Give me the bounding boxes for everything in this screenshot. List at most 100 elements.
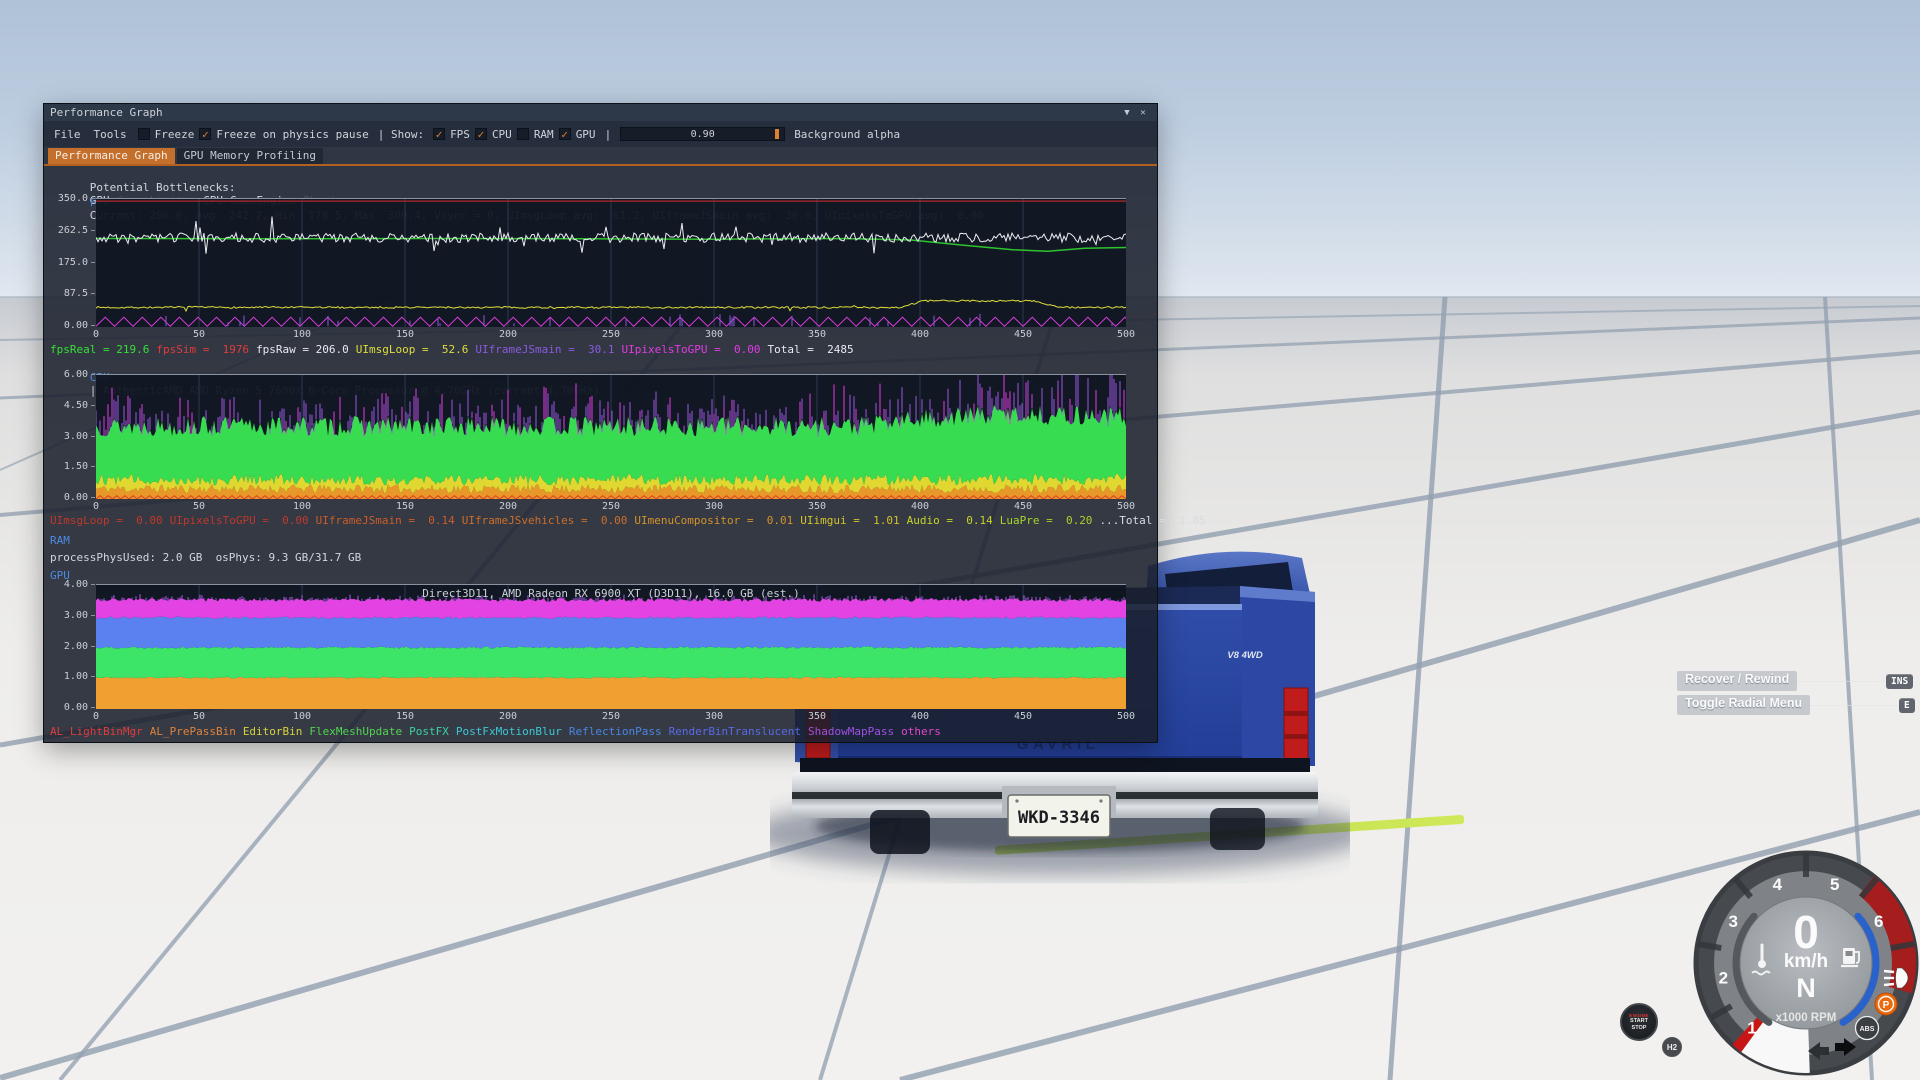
legend-item: UImenuCompositor = 0.01 [634, 514, 793, 527]
menu-file[interactable]: File [52, 128, 83, 141]
checkbox-fps[interactable]: ✓ [433, 128, 445, 140]
tab-performance-graph[interactable]: Performance Graph [48, 148, 175, 164]
x-tick-label: 450 [1010, 329, 1036, 340]
checkbox-freeze-on-physics-pause[interactable]: ✓ [199, 128, 211, 140]
abs-text: ABS [1860, 1026, 1875, 1033]
gpu-graph-plot [96, 584, 1126, 709]
parking-brake-indicator: P [1875, 993, 1897, 1015]
x-tick-label: 150 [392, 711, 418, 722]
tab-gpu-memory-profiling[interactable]: GPU Memory Profiling [177, 148, 323, 164]
alpha-value: 0.90 [691, 129, 715, 140]
legend-item: FlexMeshUpdate [309, 725, 402, 738]
truck-badge: V8 4WD [1227, 650, 1263, 661]
legend-item: fpsSim = 1976 [156, 343, 249, 356]
y-tick-label: 4.00 [44, 579, 88, 590]
parking-brake-letter: P [1883, 1000, 1890, 1011]
x-tick-label: 400 [907, 711, 933, 722]
gpu-device-title: Direct3D11, AMD Radeon RX 6900 XT (D3D11… [96, 587, 1126, 600]
x-tick-label: 0 [83, 711, 109, 722]
engine-start-stop-button: ENGINE START STOP [1620, 1003, 1658, 1041]
x-tick-label: 300 [701, 711, 727, 722]
x-tick-label: 150 [392, 501, 418, 512]
y-tick-label: 262.5 [44, 225, 88, 236]
speed-unit: km/h [1784, 951, 1828, 972]
legend-item: RenderBinTranslucent [669, 725, 801, 738]
window-title: Performance Graph [50, 106, 163, 119]
x-tick-label: 0 [83, 501, 109, 512]
checkbox-freeze[interactable] [138, 128, 150, 140]
x-tick-label: 250 [598, 329, 624, 340]
legend-item: others [901, 725, 941, 738]
checkbox-label: CPU [492, 128, 512, 141]
tooltip-connector [1795, 705, 1899, 706]
x-tick-label: 50 [186, 501, 212, 512]
checkbox-label: GPU [576, 128, 596, 141]
legend-item: PostFX [409, 725, 449, 738]
x-tick-label: 200 [495, 329, 521, 340]
legend-item: ShadowMapPass [808, 725, 894, 738]
engine-button-line2: START [1630, 1018, 1648, 1025]
rpm-number: 3 [1728, 912, 1737, 931]
legend-item: UIpixelsToGPU = 0.00 [170, 514, 309, 527]
checkbox-ram[interactable] [517, 128, 529, 140]
rpm-number: 2 [1719, 969, 1728, 988]
checkbox-label: Freeze [155, 128, 195, 141]
x-tick-label: 100 [289, 711, 315, 722]
tab-underline [44, 164, 1157, 166]
cpu-chart: 6.004.503.001.500.0005010015020025030035… [44, 374, 1157, 514]
legend-item: UIpixelsToGPU = 0.00 [621, 343, 760, 356]
legend-item: UIframeJSmain = 30.1 [475, 343, 614, 356]
x-tick-label: 450 [1010, 711, 1036, 722]
y-tick-label: 1.00 [44, 671, 88, 682]
x-tick-label: 250 [598, 501, 624, 512]
x-tick-label: 350 [804, 711, 830, 722]
close-icon[interactable]: ✕ [1135, 108, 1151, 118]
y-tick-label: 350.0 [44, 193, 88, 204]
x-tick-label: 200 [495, 501, 521, 512]
x-tick-label: 100 [289, 501, 315, 512]
menu-separator: | [605, 128, 612, 141]
y-tick-label: 0.00 [44, 320, 88, 331]
x-tick-label: 500 [1113, 329, 1139, 340]
h2-badge: H2 [1662, 1037, 1682, 1057]
y-tick-label: 87.5 [44, 288, 88, 299]
gpu-legend: AL_LightBinMgrAL_PrePassBinEditorBinFlex… [50, 725, 941, 738]
menu-tools[interactable]: Tools [92, 128, 129, 141]
legend-item: UIimgui = 1.01 [800, 514, 899, 527]
fps-legend: fpsReal = 219.6fpsSim = 1976fpsRaw = 206… [50, 343, 854, 356]
show-label: | Show: [378, 128, 424, 141]
x-tick-label: 50 [186, 329, 212, 340]
window-titlebar[interactable]: Performance Graph ▼ ✕ [44, 104, 1157, 121]
fps-chart: 350.0262.5175.087.50.0005010015020025030… [44, 198, 1157, 342]
screen: GAVRIL V8 4WD WKD-3346 Performance Graph… [0, 0, 1920, 1080]
legend-item: AL_PrePassBin [150, 725, 236, 738]
legend-item: UIframeJSmain = 0.14 [316, 514, 455, 527]
x-tick-label: 400 [907, 329, 933, 340]
y-tick-label: 4.50 [44, 400, 88, 411]
engine-button-line3: STOP [1632, 1025, 1647, 1032]
x-tick-label: 0 [83, 329, 109, 340]
abs-indicator: ABS [1856, 1017, 1879, 1040]
background-alpha-slider[interactable]: 0.90 [620, 127, 785, 141]
checkbox-cpu[interactable]: ✓ [475, 128, 487, 140]
taillight-right [1284, 688, 1308, 760]
collapse-icon[interactable]: ▼ [1119, 108, 1135, 118]
slider-handle[interactable] [775, 129, 779, 139]
checkbox-label: RAM [534, 128, 554, 141]
x-tick-label: 150 [392, 329, 418, 340]
ram-info: processPhysUsed: 2.0 GB osPhys: 9.3 GB/3… [50, 551, 361, 564]
legend-item: UImsgLoop = 0.00 [50, 514, 163, 527]
performance-graph-window[interactable]: Performance Graph ▼ ✕ File Tools Freeze ✓… [44, 104, 1157, 742]
tooltip-radial-menu: Toggle Radial Menu [1677, 695, 1810, 715]
cpu-graph-plot [96, 374, 1126, 499]
x-tick-label: 350 [804, 329, 830, 340]
tab-bar: Performance Graph GPU Memory Profiling [48, 148, 323, 164]
x-tick-label: 400 [907, 501, 933, 512]
rpm-number: 5 [1830, 875, 1839, 894]
y-tick-label: 2.00 [44, 641, 88, 652]
gpu-chart: Direct3D11, AMD Radeon RX 6900 XT (D3D11… [44, 584, 1157, 724]
y-tick-label: 6.00 [44, 369, 88, 380]
rpm-number: 4 [1773, 875, 1783, 894]
cpu-legend: UImsgLoop = 0.00 UIpixelsToGPU = 0.00 UIfr… [50, 514, 1205, 527]
checkbox-gpu[interactable]: ✓ [559, 128, 571, 140]
